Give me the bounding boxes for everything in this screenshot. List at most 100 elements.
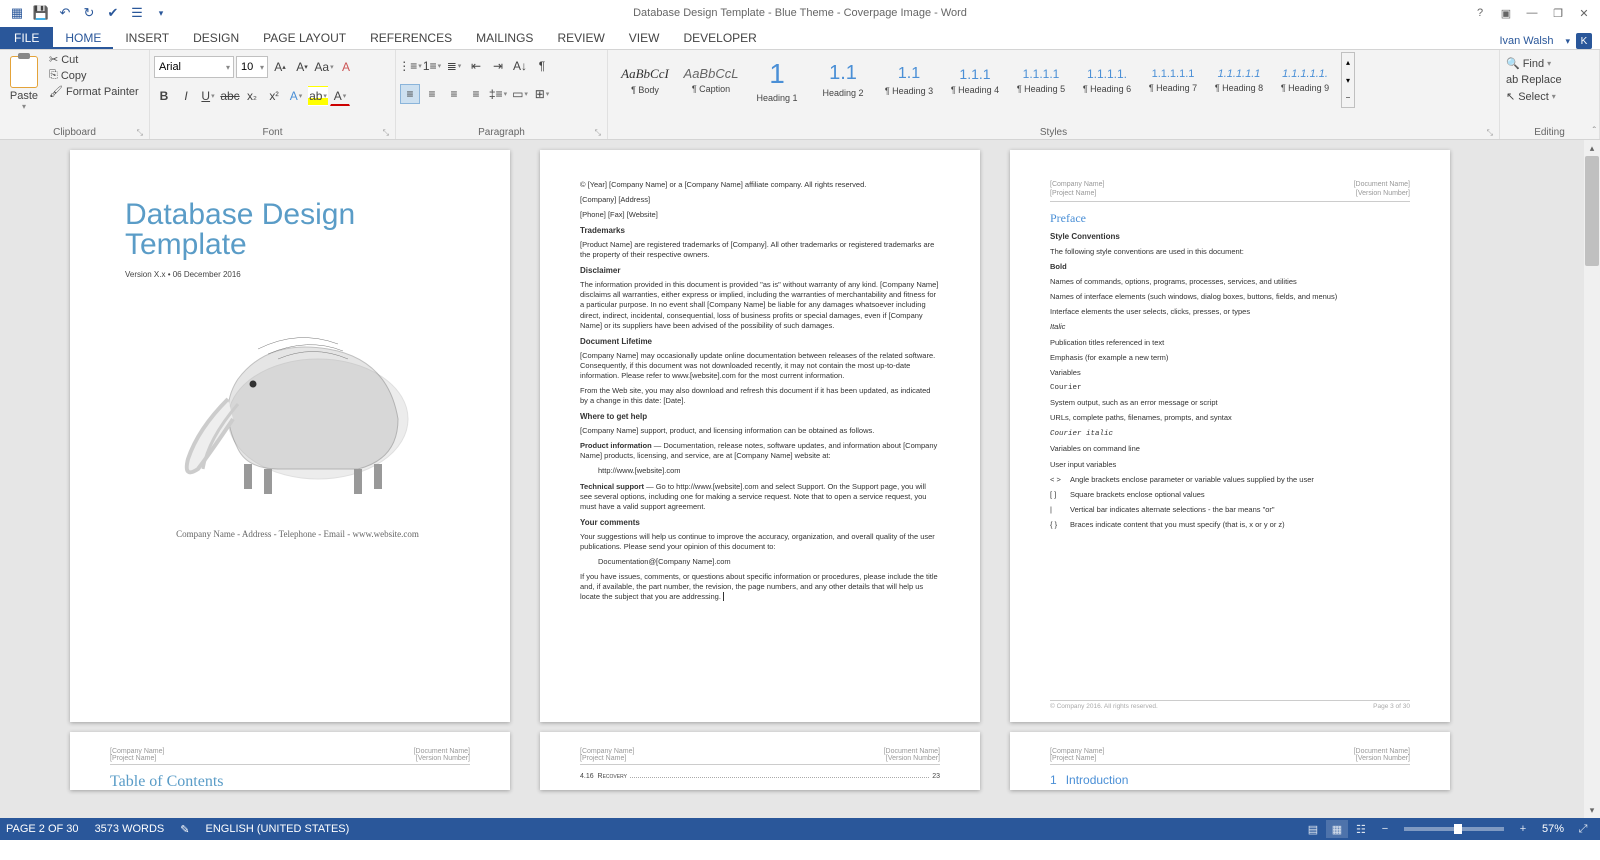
tab-page-layout[interactable]: PAGE LAYOUT — [251, 27, 358, 49]
line-spacing-button[interactable]: ‡≡ — [488, 84, 508, 104]
style-item[interactable]: 1.1.1¶ Heading 4 — [942, 52, 1008, 108]
page-3[interactable]: [Company Name][Project Name] [Document N… — [1010, 150, 1450, 722]
user-name[interactable]: Ivan Walsh — [1499, 35, 1553, 47]
style-item[interactable]: 1.1.1.1.1.¶ Heading 9 — [1272, 52, 1338, 108]
redo-icon[interactable]: ↻ — [78, 2, 100, 24]
style-item[interactable]: 1.1Heading 2 — [810, 52, 876, 108]
minimize-icon[interactable]: — — [1520, 2, 1544, 24]
borders-button[interactable]: ⊞ — [532, 84, 552, 104]
style-item[interactable]: 1.1.1.1.¶ Heading 6 — [1074, 52, 1140, 108]
zoom-out-button[interactable]: − — [1374, 820, 1396, 838]
select-button[interactable]: ↖Select▾ — [1504, 89, 1558, 104]
word-count[interactable]: 3573 WORDS — [95, 823, 165, 835]
style-item[interactable]: 1Heading 1 — [744, 52, 810, 108]
scroll-down-icon[interactable]: ▾ — [1584, 802, 1600, 818]
user-avatar[interactable]: K — [1576, 33, 1592, 49]
tab-design[interactable]: DESIGN — [181, 27, 251, 49]
show-marks-button[interactable]: ¶ — [532, 56, 552, 76]
justify-button[interactable]: ≡ — [466, 84, 486, 104]
scroll-up-icon[interactable]: ▴ — [1584, 140, 1600, 156]
cut-button[interactable]: ✂Cut — [47, 52, 141, 67]
launcher-icon[interactable]: ⤡ — [383, 128, 389, 138]
tab-review[interactable]: REVIEW — [545, 27, 616, 49]
find-button[interactable]: 🔍Find▾ — [1504, 56, 1553, 71]
grow-font-button[interactable]: A▴ — [270, 57, 290, 77]
format-painter-button[interactable]: 🖌Format Painter — [47, 84, 141, 99]
zoom-level[interactable]: 57% — [1542, 823, 1564, 835]
italic-button[interactable]: I — [176, 86, 196, 106]
gallery-down-icon[interactable]: ▾ — [1342, 71, 1354, 89]
fit-page-button[interactable]: ⤢ — [1572, 820, 1594, 838]
shading-button[interactable]: ▭ — [510, 84, 530, 104]
page-2[interactable]: © [Year] [Company Name] or a [Company Na… — [540, 150, 980, 722]
spelling-icon[interactable]: ✔︎ — [102, 2, 124, 24]
scroll-thumb[interactable] — [1585, 156, 1599, 266]
font-name-combo[interactable]: Arial — [154, 56, 234, 78]
ribbon-options-icon[interactable]: ▣ — [1494, 2, 1518, 24]
gallery-more-icon[interactable]: ⎯ — [1342, 89, 1354, 107]
help-icon[interactable]: ? — [1468, 2, 1492, 24]
zoom-in-button[interactable]: + — [1512, 820, 1534, 838]
bullets-button[interactable]: ⋮≡ — [400, 56, 420, 76]
style-item[interactable]: 1.1.1.1.1¶ Heading 8 — [1206, 52, 1272, 108]
save-icon[interactable]: 💾 — [30, 2, 52, 24]
launcher-icon[interactable]: ⤡ — [137, 128, 143, 138]
text-effects-button[interactable]: A — [286, 86, 306, 106]
sort-button[interactable]: A↓ — [510, 56, 530, 76]
page-5[interactable]: [Company Name][Project Name][Document Na… — [540, 732, 980, 790]
style-item[interactable]: AaBbCcI¶ Body — [612, 52, 678, 108]
tab-file[interactable]: FILE — [0, 27, 53, 49]
tab-developer[interactable]: DEVELOPER — [671, 27, 768, 49]
launcher-icon[interactable]: ⤡ — [1487, 128, 1493, 138]
paste-button[interactable]: Paste ▾ — [4, 52, 44, 111]
tab-references[interactable]: REFERENCES — [358, 27, 464, 49]
language-indicator[interactable]: ENGLISH (UNITED STATES) — [205, 823, 349, 835]
launcher-icon[interactable]: ⤡ — [595, 128, 601, 138]
page-indicator[interactable]: PAGE 2 OF 30 — [6, 823, 79, 835]
word-icon[interactable]: ▦ — [6, 2, 28, 24]
tab-view[interactable]: VIEW — [617, 27, 672, 49]
strike-button[interactable]: abc — [220, 86, 240, 106]
print-layout-button[interactable]: ▦ — [1326, 820, 1348, 838]
touch-icon[interactable]: ☰ — [126, 2, 148, 24]
increase-indent-button[interactable]: ⇥ — [488, 56, 508, 76]
proofing-icon[interactable]: ✎ — [180, 823, 189, 836]
align-right-button[interactable]: ≡ — [444, 84, 464, 104]
tab-mailings[interactable]: MAILINGS — [464, 27, 545, 49]
copy-button[interactable]: ⎘Copy — [47, 68, 141, 83]
multilevel-button[interactable]: ≣ — [444, 56, 464, 76]
restore-icon[interactable]: ❐ — [1546, 2, 1570, 24]
styles-gallery[interactable]: AaBbCcI¶ BodyAaBbCcL¶ Caption1Heading 11… — [612, 52, 1338, 112]
tab-insert[interactable]: INSERT — [113, 27, 181, 49]
shrink-font-button[interactable]: A▾ — [292, 57, 312, 77]
collapse-ribbon-icon[interactable]: ˆ — [1593, 126, 1596, 137]
superscript-button[interactable]: x² — [264, 86, 284, 106]
font-size-combo[interactable]: 10 — [236, 56, 268, 78]
align-center-button[interactable]: ≡ — [422, 84, 442, 104]
decrease-indent-button[interactable]: ⇤ — [466, 56, 486, 76]
web-layout-button[interactable]: ☷ — [1350, 820, 1372, 838]
document-canvas[interactable]: Database Design Template Version X.x • 0… — [0, 140, 1600, 818]
read-mode-button[interactable]: ▤ — [1302, 820, 1324, 838]
align-left-button[interactable]: ≡ — [400, 84, 420, 104]
clear-formatting-button[interactable]: A — [336, 57, 356, 77]
page-1[interactable]: Database Design Template Version X.x • 0… — [70, 150, 510, 722]
highlight-button[interactable]: ab — [308, 86, 328, 106]
zoom-thumb[interactable] — [1454, 824, 1462, 834]
font-color-button[interactable]: A — [330, 86, 350, 106]
qat-customize-icon[interactable]: ▾ — [150, 2, 172, 24]
replace-button[interactable]: abReplace — [1504, 73, 1564, 87]
style-item[interactable]: 1.1¶ Heading 3 — [876, 52, 942, 108]
style-item[interactable]: AaBbCcL¶ Caption — [678, 52, 744, 108]
page-6[interactable]: [Company Name][Project Name][Document Na… — [1010, 732, 1450, 790]
style-item[interactable]: 1.1.1.1¶ Heading 5 — [1008, 52, 1074, 108]
numbering-button[interactable]: 1≡ — [422, 56, 442, 76]
style-item[interactable]: 1.1.1.1.1¶ Heading 7 — [1140, 52, 1206, 108]
close-icon[interactable]: ✕ — [1572, 2, 1596, 24]
underline-button[interactable]: U — [198, 86, 218, 106]
vertical-scrollbar[interactable]: ▴ ▾ — [1584, 140, 1600, 818]
page-4[interactable]: [Company Name][Project Name][Document Na… — [70, 732, 510, 790]
gallery-up-icon[interactable]: ▴ — [1342, 53, 1354, 71]
change-case-button[interactable]: Aa — [314, 57, 334, 77]
bold-button[interactable]: B — [154, 86, 174, 106]
